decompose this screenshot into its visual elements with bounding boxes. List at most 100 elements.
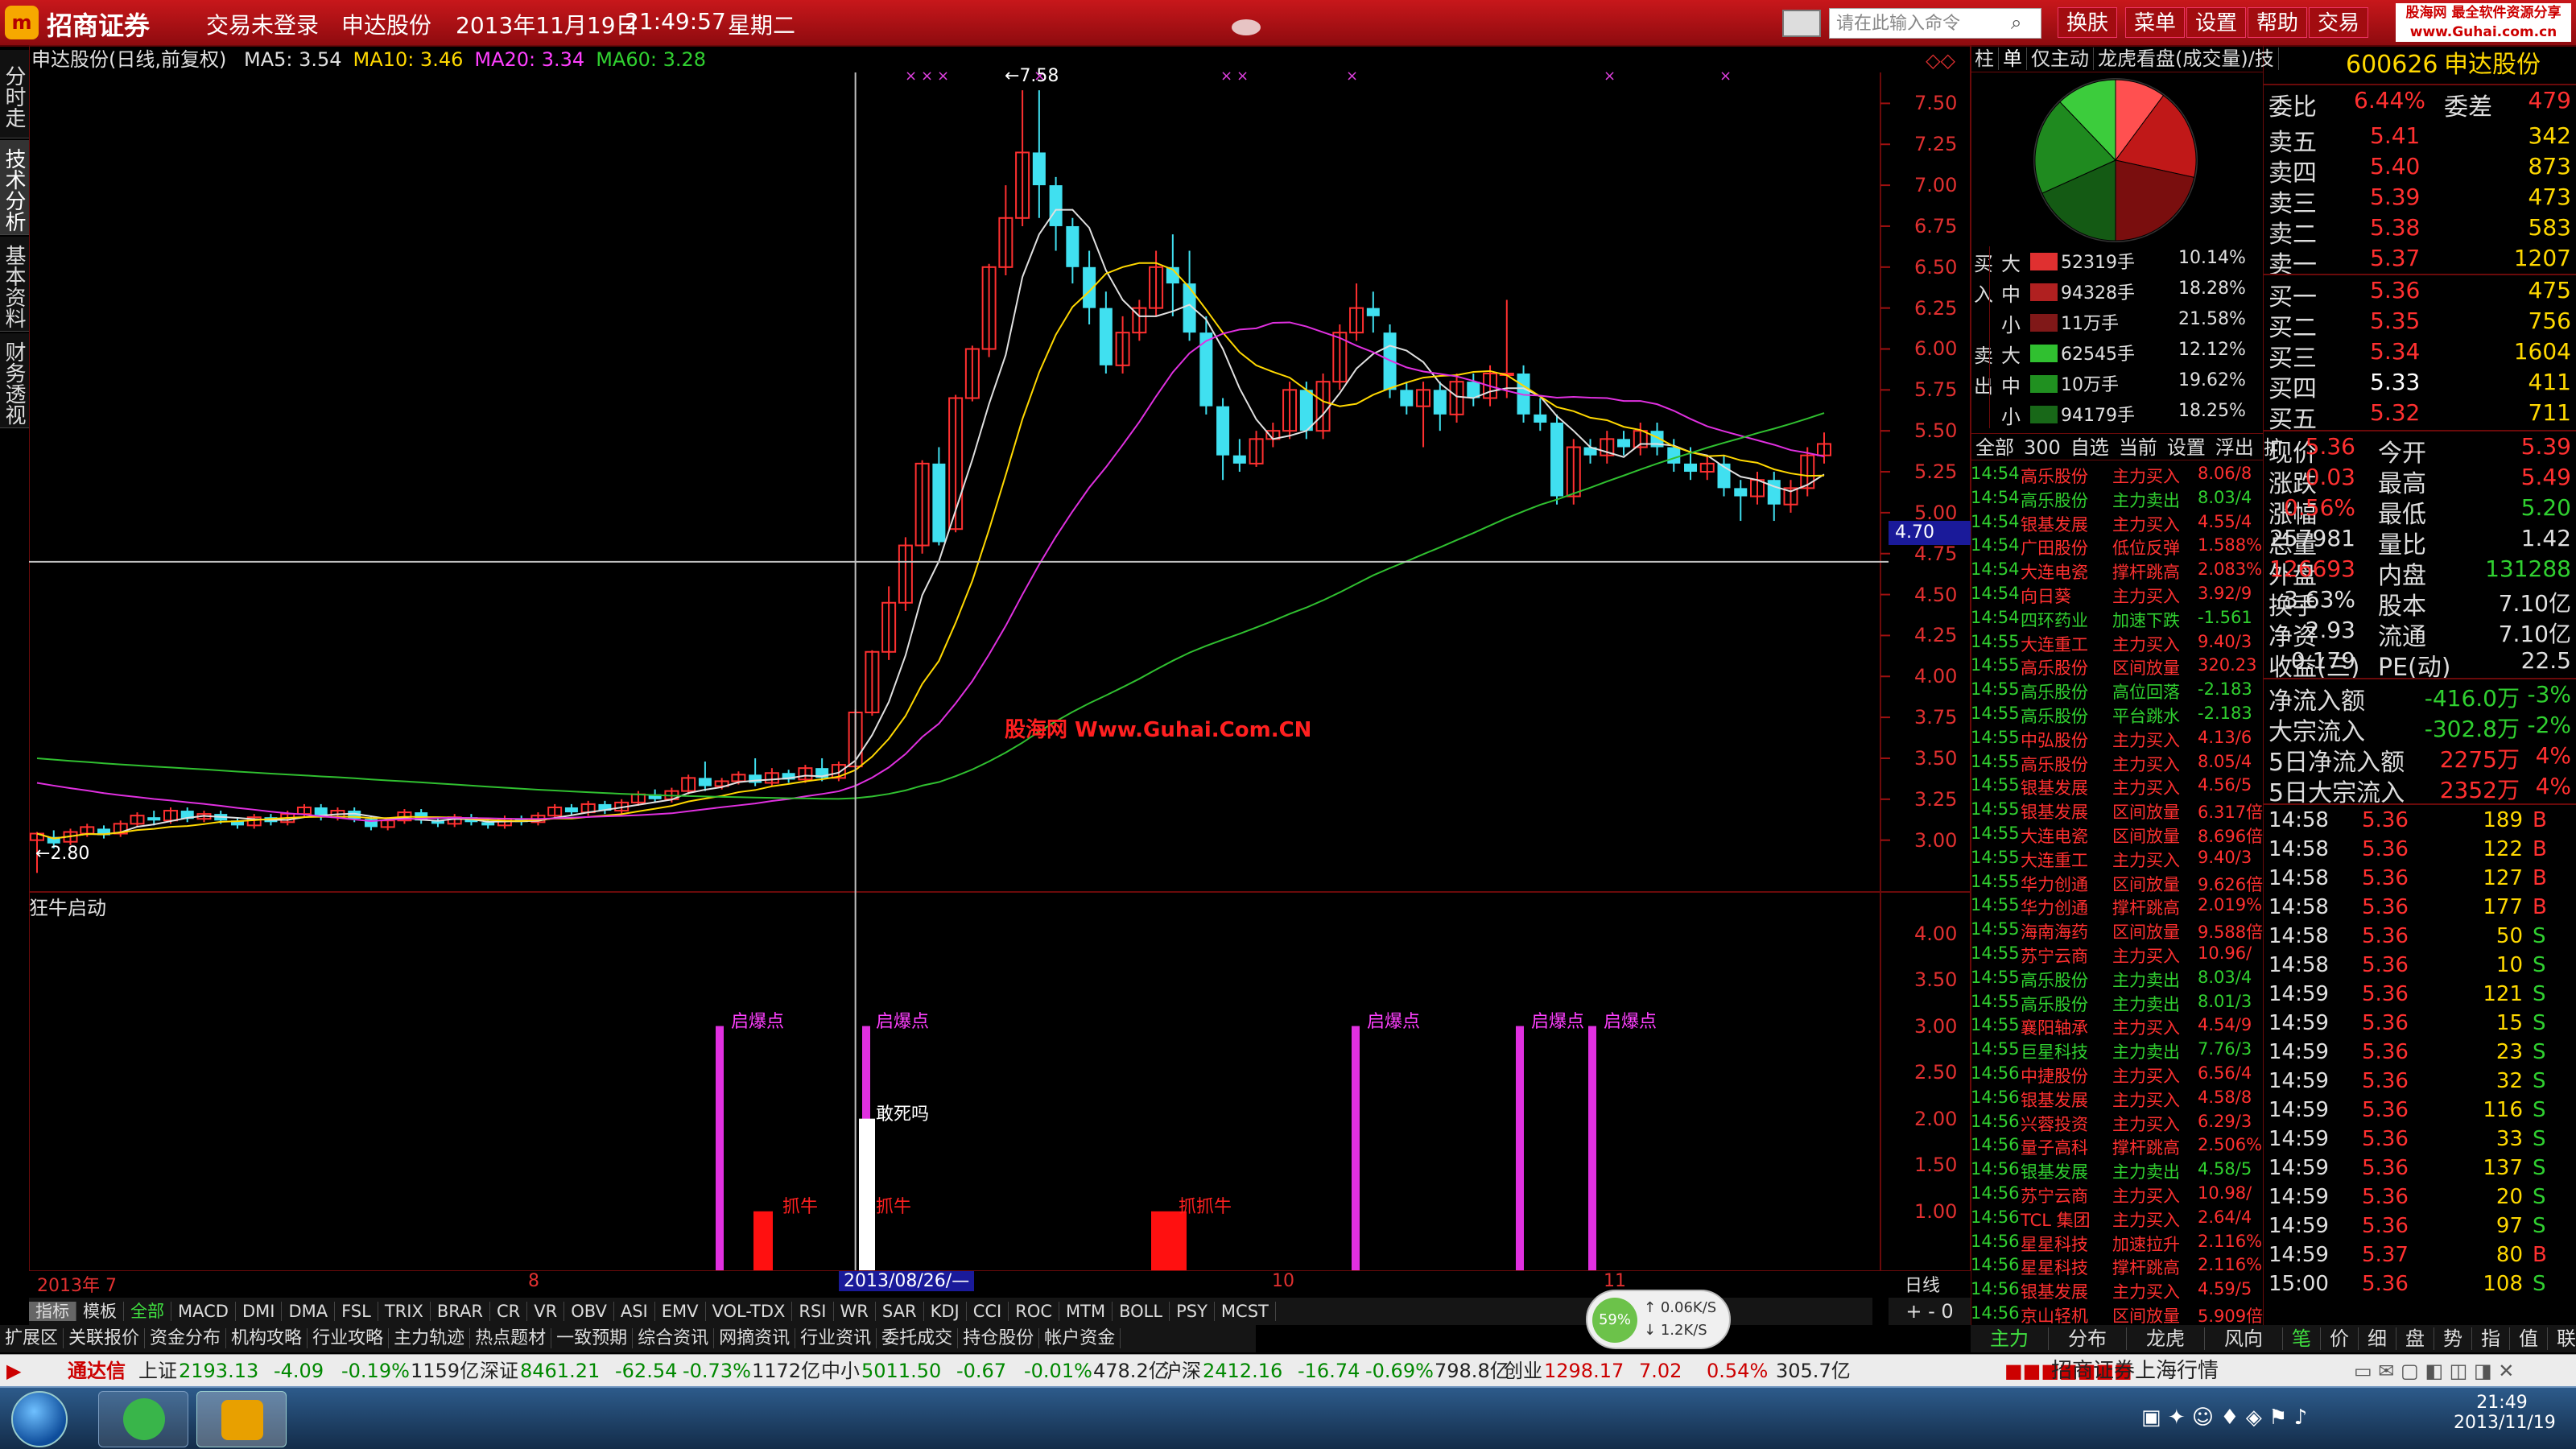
alert-row[interactable]: 14:55 大连重工 主力买入 9.40/3 (1971, 632, 2264, 655)
news-tab[interactable]: 当前 (2114, 436, 2162, 459)
bottom-tab[interactable]: 机构攻略 (226, 1328, 308, 1348)
indicator-tab[interactable]: 全部 (124, 1302, 171, 1321)
alert-row[interactable]: 14:55 海南海药 区间放量 9.588倍 (1971, 919, 2264, 943)
taskbar-trading-app[interactable] (196, 1391, 287, 1447)
menu-button[interactable]: 菜单 (2125, 7, 2186, 38)
news-tab[interactable]: 300 (2019, 436, 2066, 459)
indicator-tab[interactable]: ROC (1009, 1302, 1060, 1321)
clock[interactable]: 21:49 2013/11/19 (2454, 1393, 2556, 1433)
right-tab[interactable]: 指 (2472, 1327, 2510, 1350)
tray-icons[interactable]: ▣ ✦ ☺ ♦ ◈ ⚑ ♪ (2141, 1406, 2307, 1430)
right-tab[interactable]: 风向 (2205, 1327, 2283, 1350)
alert-row[interactable]: 14:56 中捷股份 主力买入 6.56/4 (1971, 1063, 2264, 1087)
bottom-tab[interactable]: 持仓股份 (958, 1328, 1040, 1348)
fund-tab[interactable]: 龙虎看盘(成交量)/技 (2094, 47, 2279, 70)
right-tab[interactable]: 笔 (2283, 1327, 2321, 1350)
alert-row[interactable]: 14:56 苏宁云商 主力买入 10.98/ (1971, 1183, 2264, 1207)
bottom-tab[interactable]: 一致预期 (551, 1328, 634, 1348)
alert-row[interactable]: 14:56 TCL 集团 主力买入 2.64/4 (1971, 1208, 2264, 1231)
alert-row[interactable]: 14:54 广田股份 低位反弹 1.588% (1971, 535, 2264, 559)
indicator-tab[interactable]: WR (833, 1302, 876, 1321)
right-tab[interactable]: 势 (2434, 1327, 2472, 1350)
alert-row[interactable]: 14:54 大连电瓷 撑杆跳高 2.083% (1971, 559, 2264, 583)
settings-button[interactable]: 设置 (2186, 7, 2247, 38)
alert-row[interactable]: 14:56 京山轻机 区间放量 5.909倍 (1971, 1303, 2264, 1327)
bottom-tab[interactable]: 网摘资讯 (714, 1328, 796, 1348)
indicator-tab[interactable]: MACD (171, 1302, 236, 1321)
right-tab[interactable]: 主力 (1971, 1327, 2049, 1350)
help-button[interactable]: 帮助 (2248, 7, 2308, 38)
bottom-tab[interactable]: 行业攻略 (308, 1328, 390, 1348)
fund-tab[interactable]: 仅主动 (2027, 47, 2094, 70)
indicator-tab[interactable]: VOL-TDX (705, 1302, 793, 1321)
trade-button[interactable]: 交易 (2309, 7, 2369, 38)
tab-intraday[interactable]: 分时走势 (0, 50, 29, 138)
indicator-tab[interactable]: BOLL (1113, 1302, 1170, 1321)
right-tab[interactable]: 联 (2548, 1327, 2576, 1350)
alert-row[interactable]: 14:54 银基发展 主力买入 4.55/4 (1971, 512, 2264, 535)
event-marker[interactable]: × (905, 68, 917, 85)
indicator-tab[interactable]: 指标 (29, 1302, 76, 1321)
zoom-controls[interactable]: + - 0 (1889, 1298, 1971, 1325)
news-tab[interactable]: 设置 (2162, 436, 2211, 459)
keyboard-icon[interactable] (1782, 10, 1821, 37)
alert-row[interactable]: 14:56 兴蓉投资 主力买入 6.29/3 (1971, 1112, 2264, 1135)
alert-row[interactable]: 14:55 华力创通 区间放量 9.626倍 (1971, 872, 2264, 895)
indicator-tab[interactable]: CCI (966, 1302, 1009, 1321)
alert-row[interactable]: 14:56 星星科技 撑杆跳高 2.116% (1971, 1255, 2264, 1278)
indicator-tab[interactable]: DMI (235, 1302, 283, 1321)
period-label[interactable]: 日线 (1905, 1271, 1940, 1297)
news-tab[interactable]: 浮出 (2211, 436, 2259, 459)
indicator-tab[interactable]: EMV (654, 1302, 706, 1321)
event-marker[interactable]: × (937, 68, 949, 85)
indicator-tab[interactable]: CR (489, 1302, 528, 1321)
alert-row[interactable]: 14:55 苏宁云商 主力买入 10.96/ (1971, 943, 2264, 967)
indicator-tab[interactable]: OBV (564, 1302, 614, 1321)
alert-row[interactable]: 14:55 大连电瓷 区间放量 8.696倍 (1971, 824, 2264, 847)
indicator-tab[interactable]: 模板 (76, 1302, 124, 1321)
bottom-tab[interactable]: 热点题材 (470, 1328, 552, 1348)
command-input[interactable]: 请在此输入命令 (1829, 8, 2041, 39)
indicator-tab[interactable]: PSY (1170, 1302, 1215, 1321)
event-marker[interactable]: × (1220, 68, 1232, 85)
login-status[interactable]: 交易未登录 (206, 8, 319, 40)
event-marker[interactable]: × (1604, 68, 1616, 85)
alert-row[interactable]: 14:54 四环药业 加速下跌 -1.561 (1971, 608, 2264, 631)
alert-row[interactable]: 14:55 高乐股份 区间放量 320.23 (1971, 655, 2264, 679)
news-tab[interactable]: 全部 (1971, 436, 2019, 459)
alert-row[interactable]: 14:56 银基发展 主力买入 4.59/5 (1971, 1279, 2264, 1302)
right-tab[interactable]: 盘 (2396, 1327, 2434, 1350)
right-tab[interactable]: 值 (2510, 1327, 2548, 1350)
right-tab[interactable]: 细 (2359, 1327, 2396, 1350)
alert-row[interactable]: 14:55 大连重工 主力买入 9.40/3 (1971, 848, 2264, 871)
alert-row[interactable]: 14:55 高乐股份 主力卖出 8.03/4 (1971, 968, 2264, 991)
news-tab[interactable]: 自选 (2066, 436, 2114, 459)
collapse-toggle-icon[interactable] (1232, 19, 1261, 35)
alert-row[interactable]: 14:55 巨星科技 主力卖出 7.76/3 (1971, 1039, 2264, 1063)
event-marker[interactable]: × (921, 68, 933, 85)
alert-row[interactable]: 14:54 高乐股份 主力卖出 8.03/4 (1971, 488, 2264, 511)
speed-meter[interactable]: 59% ↑ 0.06K/S ↓ 1.2K/S (1586, 1290, 1731, 1349)
alert-row[interactable]: 14:55 高乐股份 主力卖出 8.01/3 (1971, 992, 2264, 1015)
ticker-window-icons[interactable]: ▭ ✉ ▢ ◧ ◫ ◨ ✕ (2354, 1355, 2514, 1387)
right-tab[interactable]: 分布 (2049, 1327, 2127, 1350)
indicator-tab[interactable]: MCST (1214, 1302, 1276, 1321)
indicator-tab[interactable]: TRIX (378, 1302, 431, 1321)
skin-button[interactable]: 换肤 (2058, 7, 2118, 38)
tab-financial-view[interactable]: 财务透视 (0, 333, 29, 428)
alert-row[interactable]: 14:55 中弘股份 主力买入 4.13/6 (1971, 728, 2264, 751)
bottom-tab[interactable]: 综合资讯 (633, 1328, 715, 1348)
alert-row[interactable]: 14:56 银基发展 主力买入 4.58/8 (1971, 1088, 2264, 1111)
event-marker[interactable]: × (1236, 68, 1249, 85)
bottom-tab[interactable]: 资金分布 (145, 1328, 227, 1348)
fund-tab[interactable]: 单 (1999, 47, 2027, 70)
alert-row[interactable]: 14:56 量子高科 撑杆跳高 2.506% (1971, 1135, 2264, 1158)
alert-row[interactable]: 14:56 星星科技 加速拉升 2.116% (1971, 1232, 2264, 1255)
indicator-chart[interactable] (29, 892, 1889, 1270)
bottom-tab[interactable]: 委托成交 (877, 1328, 959, 1348)
tab-technical-analysis[interactable]: 技术分析 (0, 140, 29, 235)
bottom-tab[interactable]: 主力轨迹 (389, 1328, 471, 1348)
taskbar-browser[interactable] (98, 1391, 188, 1447)
event-marker[interactable]: × (1346, 68, 1358, 85)
indicator-tab[interactable]: VR (527, 1302, 565, 1321)
